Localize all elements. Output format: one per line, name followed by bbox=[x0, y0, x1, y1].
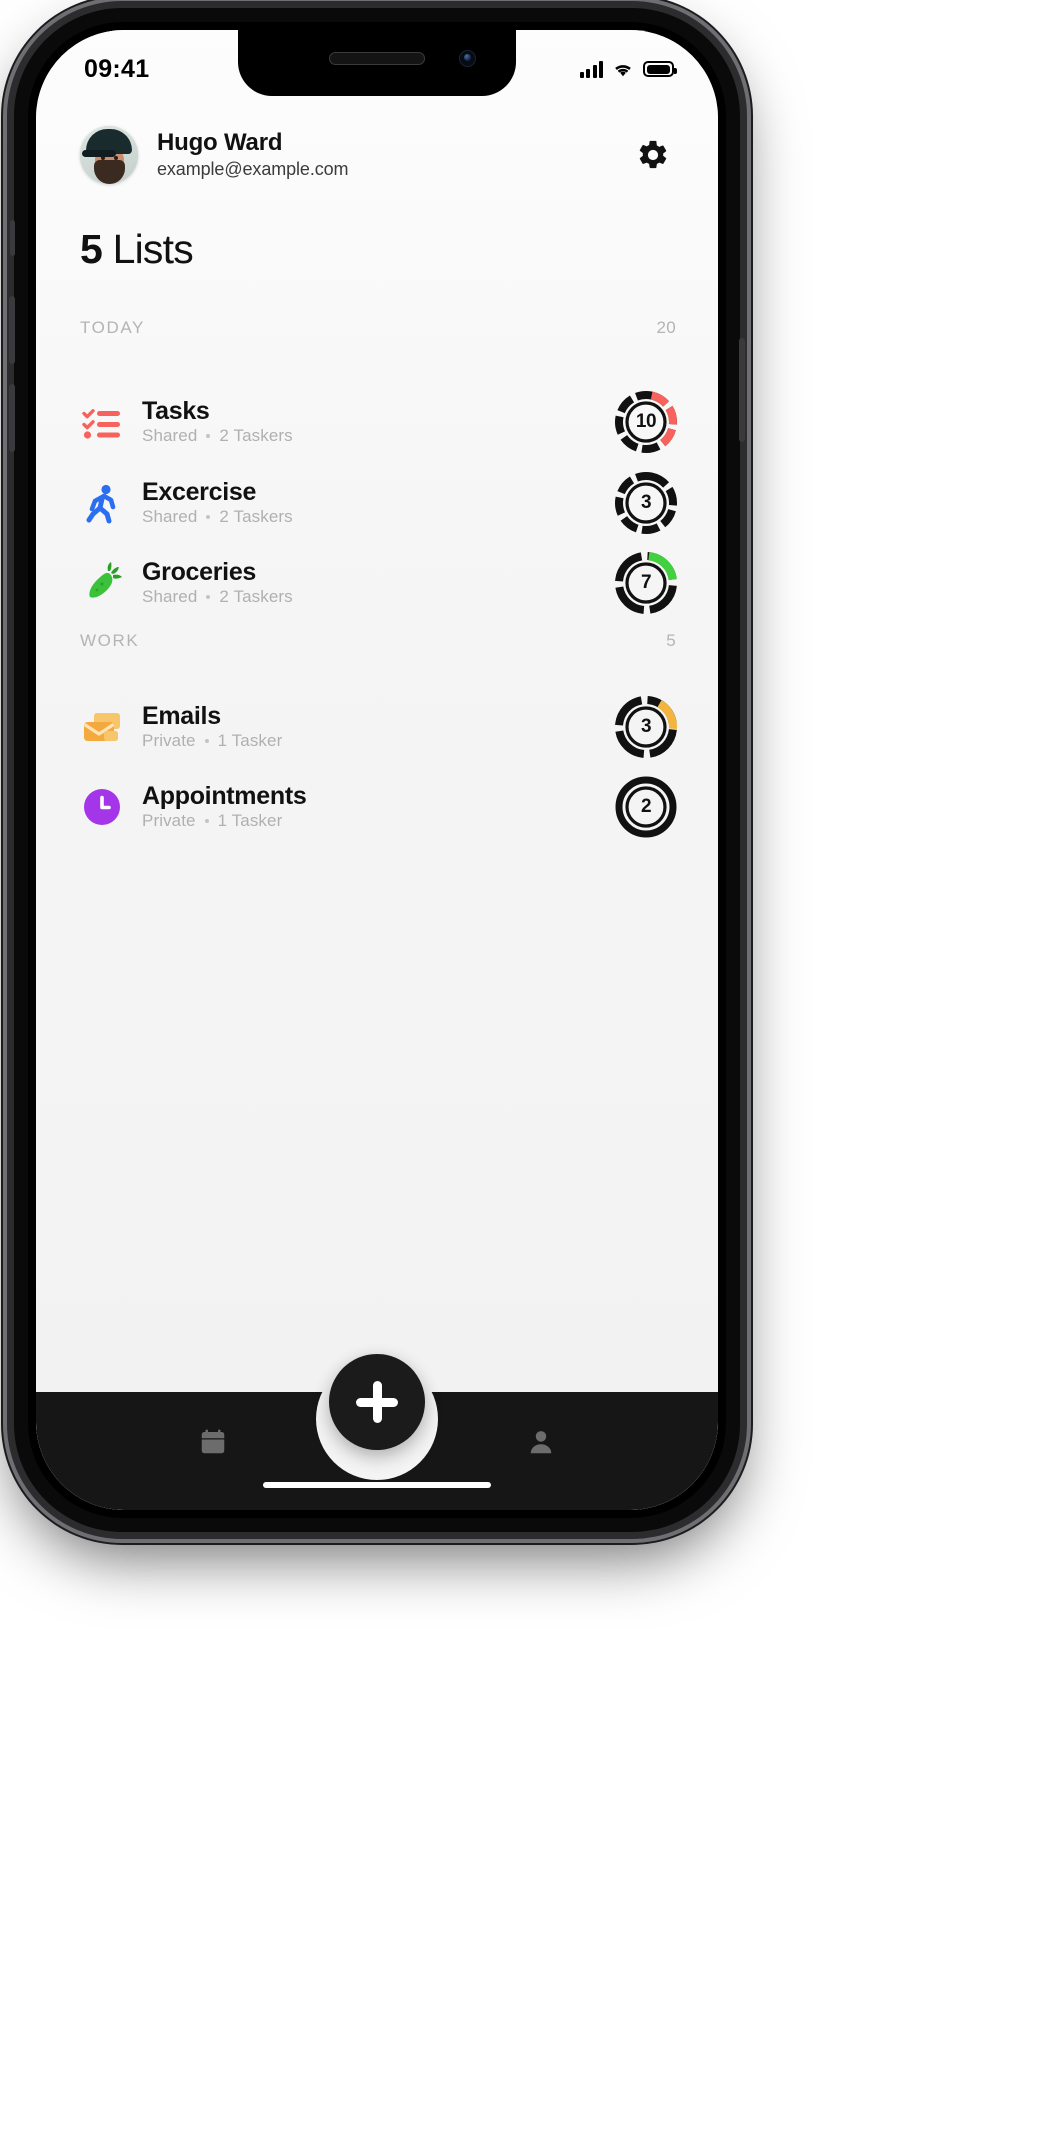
settings-button[interactable] bbox=[630, 132, 676, 178]
list-item-meta: Shared 2 Taskers bbox=[142, 426, 614, 446]
badge-value: 3 bbox=[640, 492, 652, 513]
list-item-meta: Shared 2 Taskers bbox=[142, 507, 614, 527]
gear-icon bbox=[639, 140, 667, 169]
badge-value: 3 bbox=[640, 716, 652, 737]
list-item-text: Excercise Shared 2 Taskers bbox=[142, 477, 614, 528]
page-title: 5 Lists bbox=[80, 226, 194, 273]
nav-calendar-button[interactable] bbox=[178, 1418, 248, 1466]
lists-word: Lists bbox=[112, 226, 194, 272]
profile-email: example@example.com bbox=[157, 159, 349, 180]
wifi-icon bbox=[615, 64, 631, 76]
avatar[interactable] bbox=[80, 126, 138, 184]
separator-dot bbox=[204, 819, 209, 824]
volume-up-button[interactable] bbox=[9, 296, 15, 364]
list-item-taskers: 1 Tasker bbox=[217, 731, 283, 751]
list-item-meta: Shared 2 Taskers bbox=[142, 587, 614, 607]
running-person-icon bbox=[80, 481, 138, 525]
list-item-taskers: 2 Taskers bbox=[219, 426, 293, 446]
list-item-excercise[interactable]: Excercise Shared 2 Taskers 3 bbox=[80, 466, 678, 540]
list-item-privacy: Shared bbox=[142, 426, 198, 446]
separator-dot bbox=[206, 595, 211, 600]
progress-badge: 7 bbox=[614, 551, 678, 615]
badge-value: 7 bbox=[640, 572, 652, 593]
section-header-today: TODAY 20 bbox=[80, 318, 676, 338]
list-item-emails[interactable]: Emails Private 1 Tasker 3 bbox=[80, 690, 678, 764]
list-item-taskers: 2 Taskers bbox=[219, 587, 293, 607]
checklist-icon bbox=[80, 400, 138, 444]
list-item-tasks[interactable]: Tasks Shared 2 Taskers 10 bbox=[80, 385, 678, 459]
section-count: 5 bbox=[666, 631, 676, 650]
phone-bezel: Hugo Ward example@example.com 5 Lists TO… bbox=[28, 22, 726, 1518]
list-item-appointments[interactable]: Appointments Private 1 Tasker 2 bbox=[80, 770, 678, 844]
progress-badge: 3 bbox=[614, 471, 678, 535]
add-list-button[interactable] bbox=[329, 1354, 425, 1450]
list-item-meta: Private 1 Tasker bbox=[142, 811, 614, 831]
app-root: Hugo Ward example@example.com 5 Lists TO… bbox=[36, 30, 718, 1510]
section-title: WORK bbox=[80, 631, 140, 650]
section-title: TODAY bbox=[80, 318, 145, 337]
list-item-title: Tasks bbox=[142, 396, 210, 425]
list-item-text: Emails Private 1 Tasker bbox=[142, 701, 614, 752]
phone-frame: Hugo Ward example@example.com 5 Lists TO… bbox=[9, 8, 745, 1532]
envelope-icon bbox=[80, 705, 138, 749]
list-item-taskers: 1 Tasker bbox=[217, 811, 283, 831]
clock-icon bbox=[80, 785, 138, 829]
front-camera bbox=[459, 50, 476, 67]
nav-profile-button[interactable] bbox=[506, 1418, 576, 1466]
phone-screen: Hugo Ward example@example.com 5 Lists TO… bbox=[36, 30, 718, 1510]
list-item-groceries[interactable]: Groceries Shared 2 Taskers 7 bbox=[80, 546, 678, 620]
section-count: 20 bbox=[656, 318, 676, 337]
volume-down-button[interactable] bbox=[9, 384, 15, 452]
badge-value: 10 bbox=[635, 411, 657, 432]
list-item-title: Emails bbox=[142, 701, 221, 730]
progress-badge: 3 bbox=[614, 695, 678, 759]
earpiece-speaker bbox=[329, 52, 425, 65]
calendar-icon bbox=[201, 1429, 225, 1454]
list-item-privacy: Shared bbox=[142, 507, 198, 527]
device-notch bbox=[238, 30, 516, 96]
profile-header: Hugo Ward example@example.com bbox=[36, 126, 718, 184]
list-item-taskers: 2 Taskers bbox=[219, 507, 293, 527]
person-icon bbox=[530, 1431, 552, 1454]
progress-badge: 2 bbox=[614, 775, 678, 839]
status-time: 09:41 bbox=[84, 54, 150, 83]
profile-text: Hugo Ward example@example.com bbox=[157, 129, 349, 180]
separator-dot bbox=[206, 434, 211, 439]
list-item-privacy: Private bbox=[142, 811, 196, 831]
list-item-text: Tasks Shared 2 Taskers bbox=[142, 396, 614, 447]
list-item-title: Groceries bbox=[142, 557, 257, 586]
power-button[interactable] bbox=[739, 338, 745, 442]
section-header-work: WORK 5 bbox=[80, 631, 676, 651]
carrot-icon bbox=[80, 561, 138, 605]
separator-dot bbox=[206, 515, 211, 520]
progress-badge: 10 bbox=[614, 390, 678, 454]
list-item-text: Appointments Private 1 Tasker bbox=[142, 781, 614, 832]
badge-value: 2 bbox=[640, 796, 652, 817]
mute-switch[interactable] bbox=[10, 220, 15, 256]
list-item-title: Appointments bbox=[142, 781, 307, 810]
status-icons bbox=[579, 60, 677, 78]
lists-count: 5 bbox=[80, 226, 103, 272]
cellular-signal-icon bbox=[579, 60, 603, 78]
battery-full-icon bbox=[643, 61, 677, 77]
profile-name: Hugo Ward bbox=[157, 129, 283, 157]
list-item-text: Groceries Shared 2 Taskers bbox=[142, 557, 614, 608]
list-item-privacy: Private bbox=[142, 731, 196, 751]
home-indicator bbox=[263, 1482, 491, 1488]
list-item-title: Excercise bbox=[142, 477, 257, 506]
list-item-meta: Private 1 Tasker bbox=[142, 731, 614, 751]
separator-dot bbox=[204, 739, 209, 744]
list-item-privacy: Shared bbox=[142, 587, 198, 607]
